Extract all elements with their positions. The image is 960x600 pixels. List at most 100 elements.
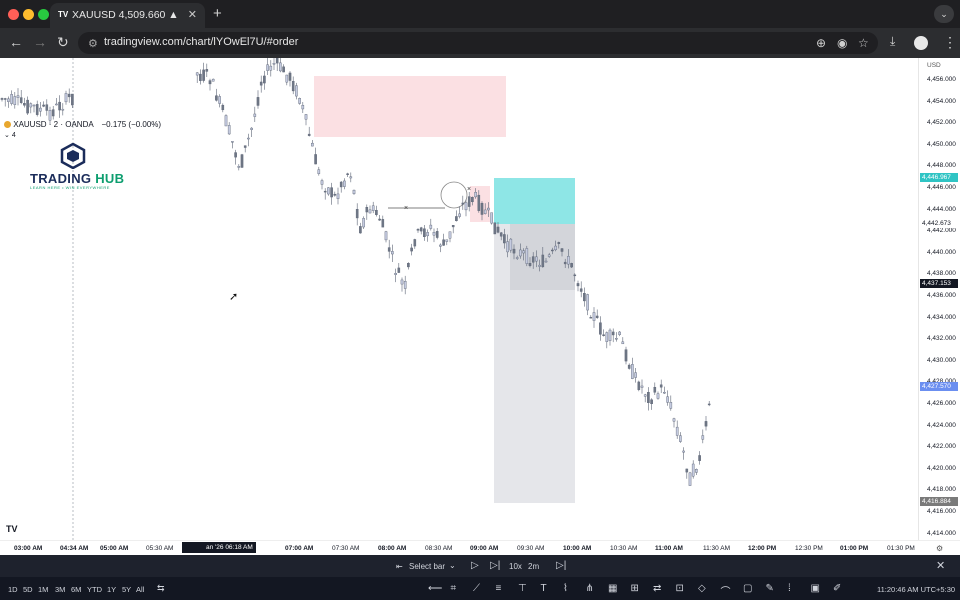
omnibox[interactable]: ⚙ tradingview.com/chart/lYOwEl7U/#order … xyxy=(78,32,878,54)
browser-tab[interactable]: TV XAUUSD 4,509.660 ▲ +0.72 ✕ xyxy=(50,3,205,28)
candle-body xyxy=(336,193,340,199)
image-icon[interactable]: ▣ xyxy=(811,583,820,594)
download-icon[interactable]: ⤓ xyxy=(890,34,895,49)
candle-body xyxy=(531,256,535,263)
play-icon[interactable]: ▷ xyxy=(471,560,479,571)
profile-avatar[interactable] xyxy=(914,36,928,50)
candle-body xyxy=(605,332,609,342)
candle-body xyxy=(67,93,71,98)
rectangle-icon[interactable]: ▢ xyxy=(743,583,752,594)
candle-body xyxy=(435,231,439,238)
grid-tool-icon[interactable]: ▦ xyxy=(608,583,617,594)
price-axis[interactable]: USD 4,456.000 4,454.000 4,452.000 4,450.000… xyxy=(918,58,960,540)
symbol-name[interactable]: XAUUSD · 2 · OANDA xyxy=(13,120,93,129)
candle-body xyxy=(42,104,45,107)
candle-body xyxy=(429,224,433,229)
replay-speed-button[interactable]: 10x xyxy=(509,562,522,571)
select-bar-button[interactable]: Select bar xyxy=(409,562,445,571)
candle-body xyxy=(0,98,4,100)
candle-body xyxy=(419,227,423,232)
pen-icon[interactable]: ✎ xyxy=(766,583,774,594)
close-replay-icon[interactable]: ✕ xyxy=(936,559,945,572)
step-forward-icon[interactable]: ▷| xyxy=(490,560,500,571)
range-button[interactable]: 1M xyxy=(38,585,48,594)
text-icon[interactable]: T xyxy=(541,583,547,594)
range-button[interactable]: 5Y xyxy=(122,585,131,594)
price-level-label: 4,416.000 xyxy=(927,508,956,515)
ruler-icon[interactable]: ⊤ xyxy=(518,583,527,594)
site-info-icon[interactable]: ⚙ xyxy=(88,37,98,50)
candle-body xyxy=(439,244,442,247)
measure-icon[interactable]: ⊞ xyxy=(631,583,639,594)
long-arrow-icon[interactable]: ⟵ xyxy=(428,583,442,594)
price-level-label: 4,450.000 xyxy=(927,140,956,148)
forward-arrow-icon[interactable]: → xyxy=(33,34,47,50)
brush-icon[interactable]: ⌇ xyxy=(563,583,568,594)
grid-icon[interactable]: ⌗ xyxy=(451,583,457,594)
candle-body xyxy=(650,399,653,405)
candle-body xyxy=(474,192,477,198)
browser-menu-icon[interactable]: ⋮ xyxy=(943,34,957,51)
candle-body xyxy=(288,72,292,81)
time-label: 11:00 AM xyxy=(655,545,683,552)
minimize-window-button[interactable] xyxy=(23,9,34,20)
supply-zone[interactable] xyxy=(314,76,506,137)
zoom-icon[interactable]: ⊕ xyxy=(816,36,826,50)
range-button[interactable]: 5D xyxy=(23,585,33,594)
pattern-icon[interactable]: ⋔ xyxy=(586,583,594,594)
close-tab-icon[interactable]: ✕ xyxy=(188,8,197,21)
select-bar-chevron-icon[interactable]: ⌄ xyxy=(449,561,456,570)
range-button[interactable]: 1D xyxy=(8,585,18,594)
arc-icon[interactable]: ⌒ xyxy=(721,583,731,598)
close-window-button[interactable] xyxy=(8,9,19,20)
candle-body xyxy=(407,263,410,268)
maximize-window-button[interactable] xyxy=(38,9,49,20)
range-button[interactable]: All xyxy=(136,585,144,594)
axis-settings-icon[interactable]: ⚙ xyxy=(936,544,943,553)
time-label: 08:30 AM xyxy=(425,545,453,552)
candle-body xyxy=(615,338,618,340)
symbol-legend[interactable]: XAUUSD · 2 · OANDA −0.175 (−0.00%) ⌄ 4 xyxy=(4,120,161,139)
range-button[interactable]: 1Y xyxy=(107,585,116,594)
path-icon[interactable]: ⇄ xyxy=(653,583,661,594)
brand-tagline: LEARN HERE • WIN EVERYWHERE xyxy=(30,185,110,190)
date-range-icon[interactable]: ⇆ xyxy=(157,583,165,594)
candle-body xyxy=(346,173,349,175)
chart-canvas[interactable]: × × XAUUSD · 2 · OANDA −0.175 (−0.00%) ⌄… xyxy=(0,58,960,555)
time-label: 09:30 AM xyxy=(517,545,545,552)
time-label: 08:00 AM xyxy=(378,545,407,552)
ellipse-icon[interactable]: ◇ xyxy=(698,583,706,594)
time-axis[interactable]: 03:00 AM 04:34 AM 05:00 AM 05:30 AM an '26 0… xyxy=(0,540,960,555)
collapse-chevron-icon[interactable]: ⌄ xyxy=(4,132,12,139)
vertical-line-icon[interactable]: ⁞ xyxy=(788,583,791,594)
fib-icon[interactable]: ≡ xyxy=(496,583,502,594)
candle-body xyxy=(375,210,378,215)
eye-icon[interactable]: ◉ xyxy=(837,36,847,50)
candle-body xyxy=(477,194,481,211)
tab-search-button[interactable]: ⌄ xyxy=(934,5,954,23)
reload-icon[interactable]: ↻ xyxy=(57,34,69,51)
clock[interactable]: 11:20:46 AM UTC+5:30 xyxy=(877,585,955,594)
range-button[interactable]: 6M xyxy=(71,585,81,594)
highlighter-icon[interactable]: ✐ xyxy=(833,583,841,594)
candle-body xyxy=(234,152,237,158)
target-zone[interactable] xyxy=(494,178,575,224)
projection-icon[interactable]: ⊡ xyxy=(676,583,684,594)
tradingview-logo-icon: TV xyxy=(6,524,18,534)
url-text[interactable]: tradingview.com/chart/lYOwEl7U/#order xyxy=(104,36,298,48)
bookmark-star-icon[interactable]: ☆ xyxy=(858,36,869,50)
candle-body xyxy=(23,103,26,106)
replay-interval-button[interactable]: 2m xyxy=(528,562,539,571)
range-button[interactable]: YTD xyxy=(87,585,102,594)
select-bar-icon[interactable]: ⇤ xyxy=(396,562,403,571)
candle-body xyxy=(403,281,407,289)
jump-to-realtime-icon[interactable]: ▷| xyxy=(556,560,566,571)
back-arrow-icon[interactable]: ← xyxy=(9,34,23,50)
time-label: 11:30 AM xyxy=(703,545,730,552)
trend-line-icon[interactable]: ⟋ xyxy=(473,583,480,594)
candle-body xyxy=(506,241,509,253)
range-button[interactable]: 3M xyxy=(55,585,65,594)
new-tab-button[interactable]: + xyxy=(213,5,222,22)
candle-body xyxy=(704,421,708,427)
candle-body xyxy=(71,93,74,106)
